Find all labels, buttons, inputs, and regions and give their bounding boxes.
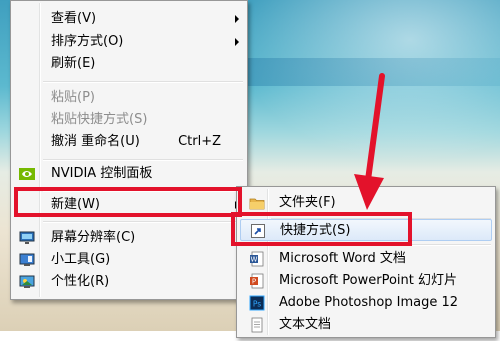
desktop-context-menu: 查看(V) 排序方式(O) 刷新(E) 粘贴(P) 粘贴快捷方式(S) 撤消 重… [10, 0, 248, 300]
menu-item-shortcut: Ctrl+Z [178, 134, 221, 149]
menu-item-gadgets[interactable]: 小工具(G) [13, 249, 245, 271]
submenu-arrow-icon [235, 38, 239, 46]
submenu-item-photoshop-image[interactable]: Ps Adobe Photoshop Image 12 [239, 292, 493, 314]
submenu-item-shortcut[interactable]: 快捷方式(S) [240, 219, 492, 241]
menu-item-label: 个性化(R) [51, 274, 110, 289]
svg-text:P: P [252, 278, 256, 286]
menu-separator [43, 190, 243, 191]
menu-item-personalize[interactable]: 个性化(R) [13, 271, 245, 293]
submenu-arrow-icon [235, 15, 239, 23]
svg-text:W: W [251, 256, 258, 264]
gadgets-icon [19, 252, 35, 268]
menu-item-nvidia-control-panel[interactable]: NVIDIA 控制面板 [13, 163, 245, 185]
menu-item-label: 小工具(G) [51, 252, 111, 267]
menu-item-label: Adobe Photoshop Image 12 [279, 295, 459, 310]
menu-item-screen-resolution[interactable]: 屏幕分辨率(C) [13, 227, 245, 249]
menu-item-refresh[interactable]: 刷新(E) [13, 53, 245, 75]
menu-item-label: 新建(W) [51, 197, 100, 212]
svg-text:Ps: Ps [253, 300, 261, 309]
menu-item-label: Microsoft Word 文档 [279, 251, 406, 266]
word-doc-icon: W [249, 251, 265, 267]
menu-item-label: 文本文档 [279, 317, 332, 332]
menu-item-label: 快捷方式(S) [280, 223, 351, 238]
menu-separator [271, 244, 491, 245]
folder-icon [249, 195, 265, 211]
submenu-item-word-document[interactable]: W Microsoft Word 文档 [239, 248, 493, 270]
menu-item-undo-rename[interactable]: 撤消 重命名(U) Ctrl+Z [13, 131, 245, 153]
menu-item-sort-by[interactable]: 排序方式(O) [13, 31, 245, 53]
menu-item-label: Microsoft PowerPoint 幻灯片 [279, 273, 458, 288]
submenu-item-powerpoint[interactable]: P Microsoft PowerPoint 幻灯片 [239, 270, 493, 292]
menu-item-view[interactable]: 查看(V) [13, 8, 245, 30]
menu-item-label: 撤消 重命名(U) [51, 134, 140, 149]
powerpoint-icon: P [249, 273, 265, 289]
nvidia-icon [19, 166, 35, 182]
shortcut-icon [250, 223, 266, 239]
menu-item-label: 粘贴(P) [51, 90, 95, 105]
display-icon [19, 230, 35, 246]
personalize-icon [19, 274, 35, 290]
menu-item-label: 刷新(E) [51, 56, 96, 71]
menu-item-label: 排序方式(O) [51, 34, 124, 49]
submenu-item-text-document[interactable]: 文本文档 [239, 314, 493, 336]
menu-separator [43, 159, 243, 160]
menu-item-new[interactable]: 新建(W) [13, 194, 245, 216]
menu-item-label: 查看(V) [51, 11, 97, 26]
menu-item-label: NVIDIA 控制面板 [51, 166, 153, 181]
menu-item-paste[interactable]: 粘贴(P) [13, 87, 245, 109]
menu-item-paste-shortcut[interactable]: 粘贴快捷方式(S) [13, 109, 245, 131]
new-submenu: 文件夹(F) 快捷方式(S) W Microsoft Word 文档 P Mic… [236, 186, 496, 338]
menu-item-label: 屏幕分辨率(C) [51, 230, 136, 245]
menu-separator [43, 81, 243, 82]
menu-item-label: 文件夹(F) [279, 195, 336, 210]
photoshop-icon: Ps [249, 295, 265, 311]
submenu-item-folder[interactable]: 文件夹(F) [239, 192, 493, 214]
menu-item-label: 粘贴快捷方式(S) [51, 112, 148, 127]
menu-separator [43, 221, 243, 222]
